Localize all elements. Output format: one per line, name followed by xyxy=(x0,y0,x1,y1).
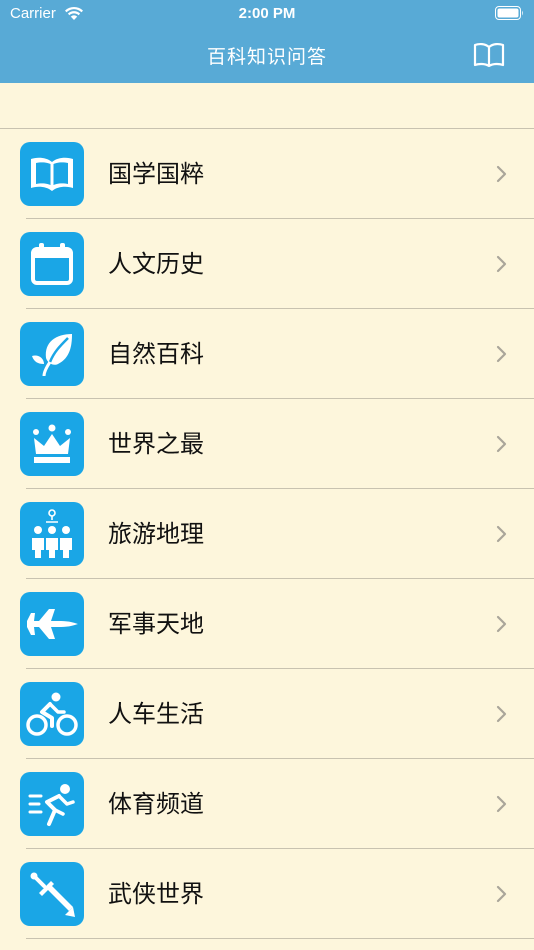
chevron-right-icon xyxy=(496,885,507,903)
cyclist-icon xyxy=(20,682,84,746)
category-label: 国学国粹 xyxy=(108,160,204,188)
chevron-right-icon xyxy=(496,165,507,183)
bookmark-book-button[interactable] xyxy=(470,38,508,72)
page-title: 百科知识问答 xyxy=(206,46,327,68)
calendar-icon xyxy=(20,232,84,296)
sword-icon xyxy=(20,862,84,926)
chevron-right-icon xyxy=(496,795,507,813)
chevron-right-icon xyxy=(496,345,507,363)
category-label: 旅游地理 xyxy=(108,520,204,548)
fighter-jet-icon xyxy=(20,592,84,656)
battery-icon xyxy=(495,6,523,20)
category-label: 体育频道 xyxy=(108,790,204,818)
category-label: 世界之最 xyxy=(108,430,204,458)
chevron-right-icon xyxy=(496,435,507,453)
crown-icon xyxy=(20,412,84,476)
category-row-travel[interactable]: 旅游地理 xyxy=(0,489,534,579)
chevron-right-icon xyxy=(496,615,507,633)
category-row-world-records[interactable]: 世界之最 xyxy=(0,399,534,489)
category-label: 自然百科 xyxy=(108,340,204,368)
category-row-history[interactable]: 人文历史 xyxy=(0,219,534,309)
category-row-vehicle-life[interactable]: 人车生活 xyxy=(0,669,534,759)
leaf-icon xyxy=(20,322,84,386)
chevron-right-icon xyxy=(496,525,507,543)
status-bar: Carrier 2:00 PM xyxy=(0,0,534,28)
category-list: 国学国粹 人文历史 自然百科 世界之最 旅游地理 军事天地 人车生活 体育频道 … xyxy=(0,128,534,939)
category-row-sports[interactable]: 体育频道 xyxy=(0,759,534,849)
category-label: 军事天地 xyxy=(108,610,204,638)
category-row-guoxue[interactable]: 国学国粹 xyxy=(0,129,534,219)
chevron-right-icon xyxy=(496,705,507,723)
open-book-outline-icon xyxy=(473,42,505,68)
sprinter-icon xyxy=(20,772,84,836)
chevron-right-icon xyxy=(496,255,507,273)
app-root: Carrier 2:00 PM 百科知识问答 国学国粹 人文历史 自然百科 世界… xyxy=(0,0,534,950)
category-label: 人文历史 xyxy=(108,250,204,278)
navigation-header: Carrier 2:00 PM 百科知识问答 xyxy=(0,0,534,83)
category-row-martial-arts[interactable]: 武侠世界 xyxy=(0,849,534,939)
category-label: 武侠世界 xyxy=(108,880,204,908)
status-time: 2:00 PM xyxy=(238,5,296,22)
category-label: 人车生活 xyxy=(108,700,204,728)
group-people-icon xyxy=(20,502,84,566)
open-book-icon xyxy=(20,142,84,206)
category-row-military[interactable]: 军事天地 xyxy=(0,579,534,669)
category-row-nature[interactable]: 自然百科 xyxy=(0,309,534,399)
